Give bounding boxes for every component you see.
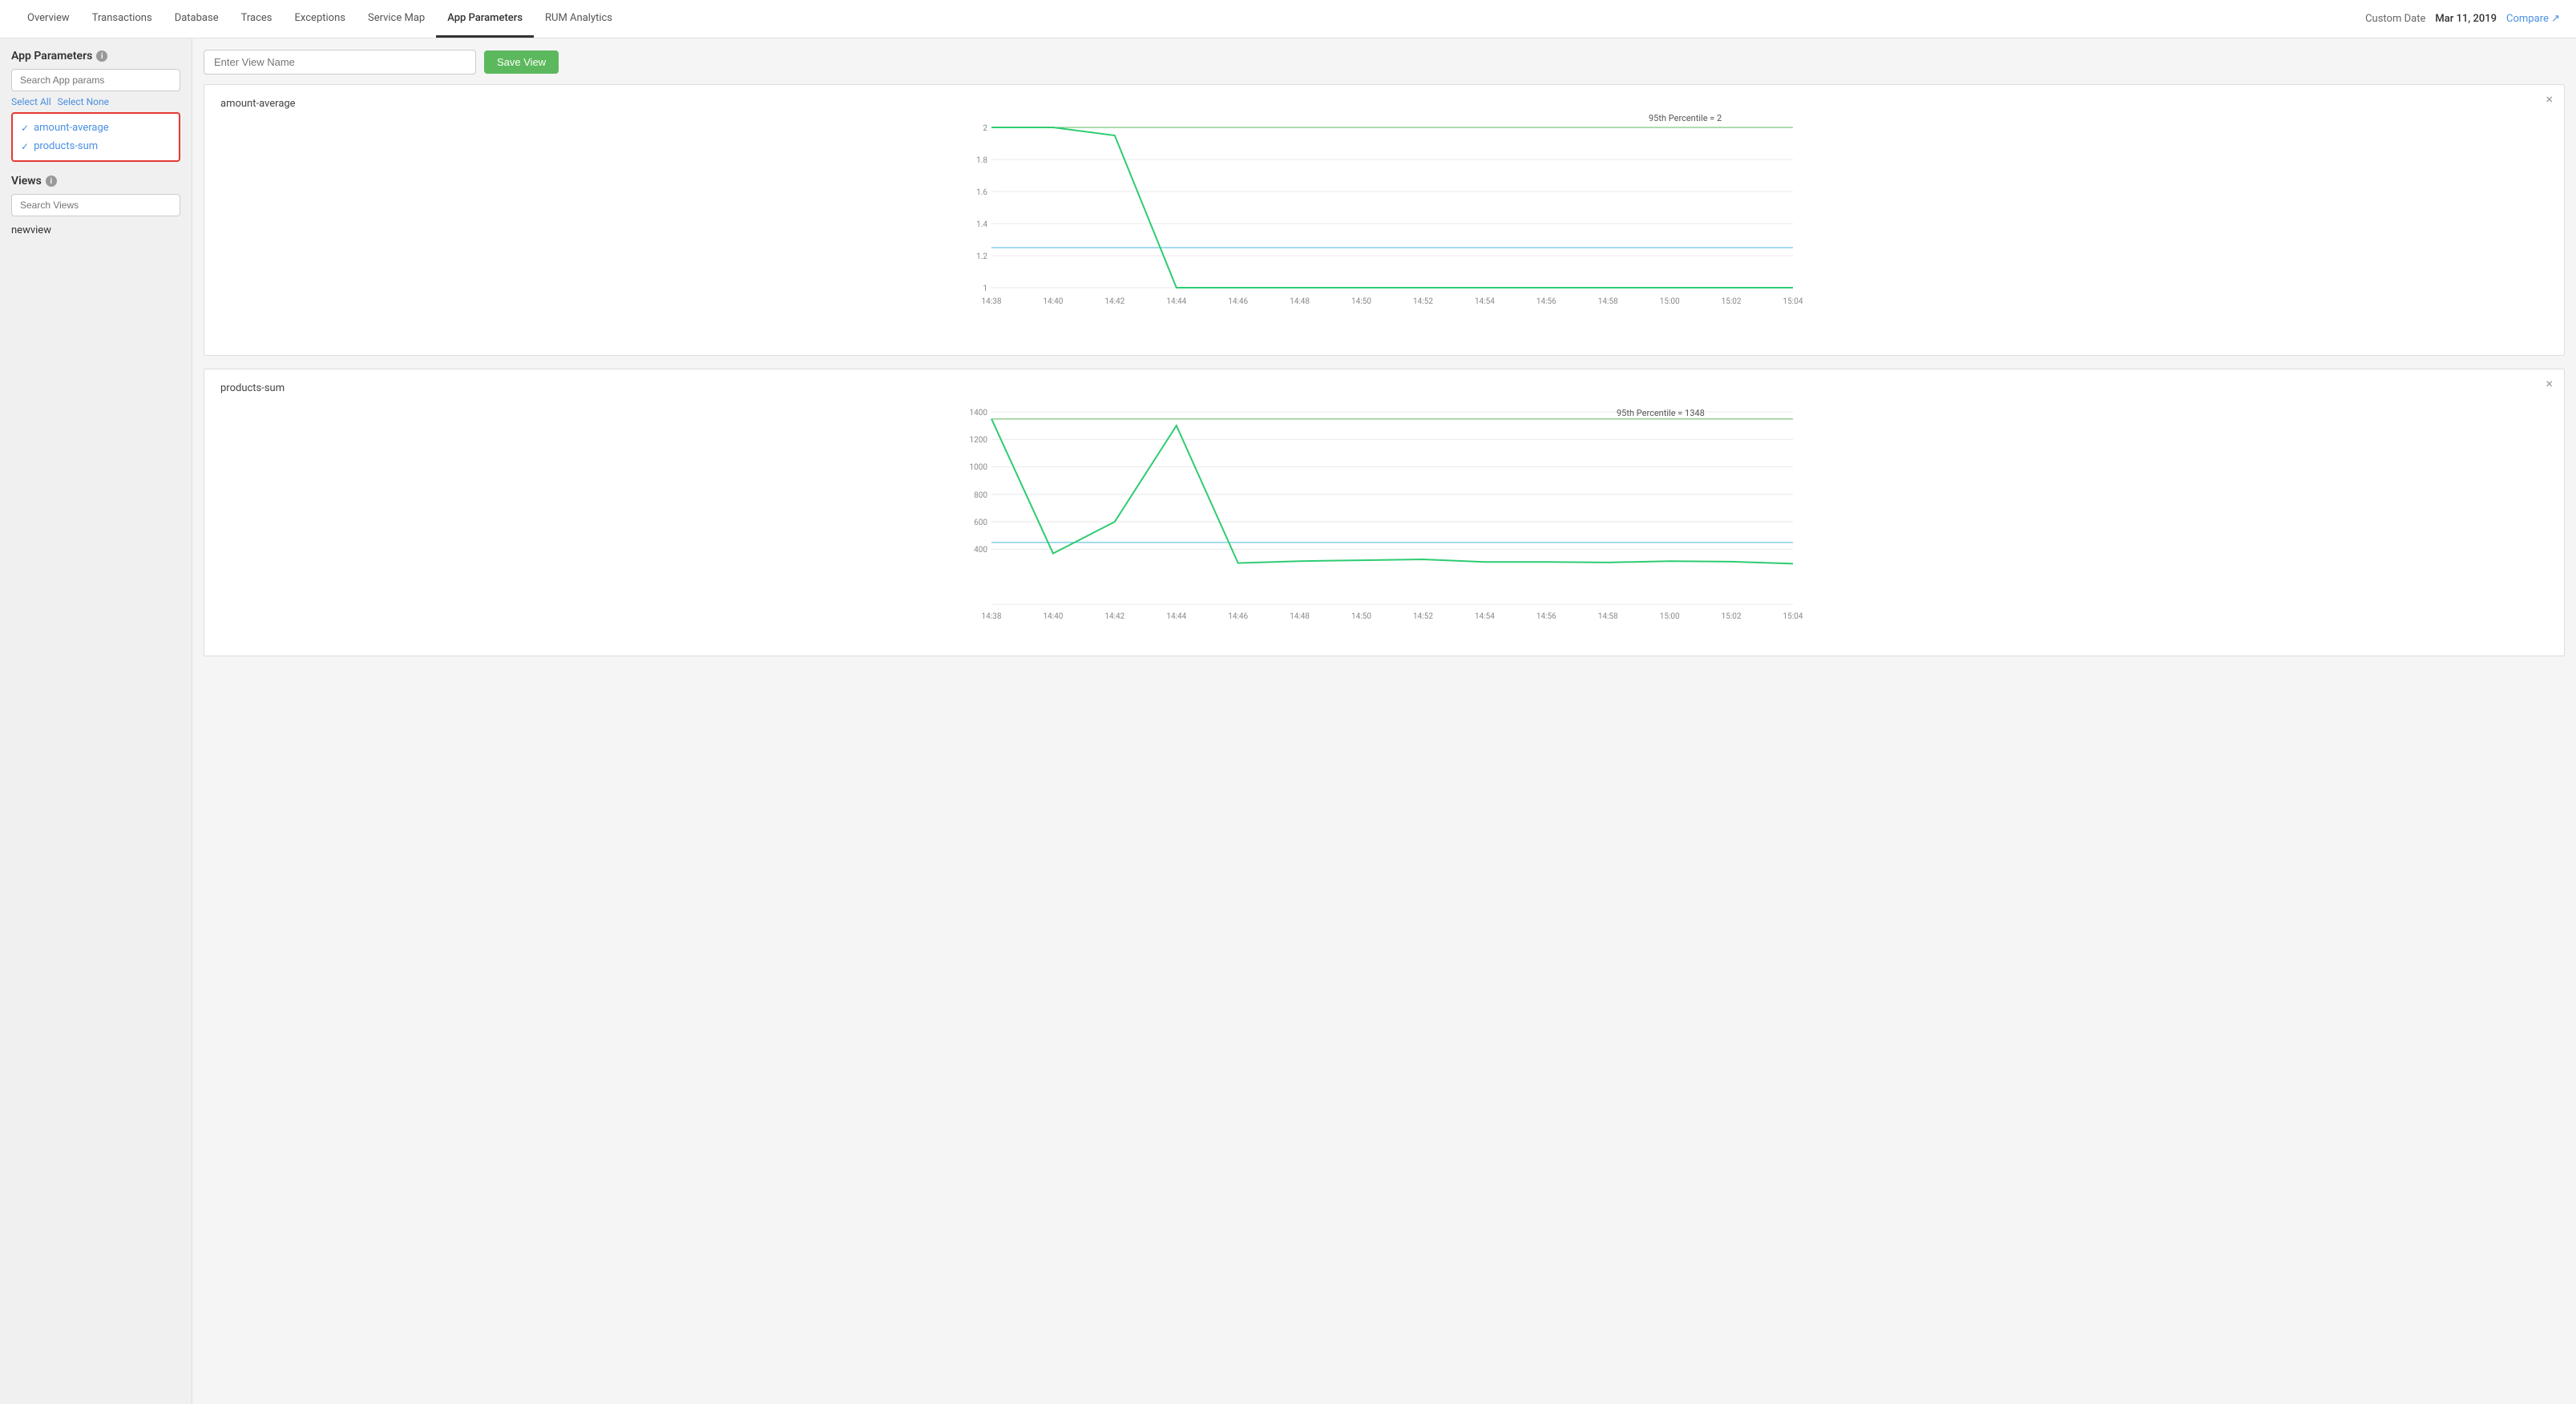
save-view-button[interactable]: Save View [484,50,559,74]
svg-text:1.2: 1.2 [976,252,987,261]
svg-text:14:46: 14:46 [1228,297,1248,306]
svg-text:14:58: 14:58 [1598,297,1618,306]
param-item-amount-average[interactable]: ✓ amount-average [21,119,171,137]
select-none-link[interactable]: Select None [58,96,109,107]
select-links: Select All Select None [11,96,180,107]
svg-text:15:00: 15:00 [1660,612,1680,621]
top-nav: Overview Transactions Database Traces Ex… [0,0,2576,38]
svg-text:1: 1 [983,284,987,293]
chart-svg-amount-average: 1 1.2 1.4 1.6 1.8 2 95th Percentile = 2 [220,119,2548,344]
svg-text:1.6: 1.6 [976,188,987,197]
compare-link[interactable]: Compare ↗ [2506,13,2560,25]
svg-text:400: 400 [974,546,987,555]
svg-text:14:50: 14:50 [1351,297,1371,306]
svg-text:2: 2 [983,124,987,133]
nav-right: Custom Date Mar 11, 2019 Compare ↗ [2365,13,2560,25]
chart-title-products-sum: products-sum [220,382,2548,394]
svg-text:14:38: 14:38 [982,612,1002,621]
svg-text:14:46: 14:46 [1228,612,1248,621]
sidebar: App Parameters i Select All Select None … [0,38,192,1404]
svg-text:14:52: 14:52 [1413,612,1433,621]
param-label-products-sum: products-sum [34,140,98,152]
svg-text:1.4: 1.4 [976,220,987,229]
svg-text:15:04: 15:04 [1783,612,1803,621]
tab-app-parameters[interactable]: App Parameters [436,0,534,38]
app-params-title: App Parameters i [11,50,180,63]
svg-text:14:52: 14:52 [1413,297,1433,306]
svg-text:1.8: 1.8 [976,156,987,165]
svg-text:14:40: 14:40 [1043,297,1063,306]
views-title: Views i [11,175,180,188]
svg-text:14:54: 14:54 [1475,612,1495,621]
tab-traces[interactable]: Traces [230,0,284,38]
svg-text:1200: 1200 [970,436,988,445]
chart-close-amount-average[interactable]: × [2546,93,2553,106]
param-item-products-sum[interactable]: ✓ products-sum [21,137,171,155]
svg-text:15:02: 15:02 [1722,612,1742,621]
chart-panel-products-sum: products-sum × [204,369,2565,656]
tab-exceptions[interactable]: Exceptions [284,0,357,38]
tab-overview[interactable]: Overview [16,0,81,38]
chart-title-amount-average: amount-average [220,98,2548,110]
svg-text:14:42: 14:42 [1104,297,1124,306]
tab-database[interactable]: Database [164,0,230,38]
svg-text:15:00: 15:00 [1660,297,1680,306]
app-params-search[interactable] [11,69,180,91]
svg-text:14:50: 14:50 [1351,612,1371,621]
svg-text:14:54: 14:54 [1475,297,1495,306]
app-params-section: App Parameters i Select All Select None … [11,50,180,162]
svg-text:800: 800 [974,491,987,500]
tab-rum-analytics[interactable]: RUM Analytics [534,0,624,38]
svg-text:15:04: 15:04 [1783,297,1803,306]
svg-text:1400: 1400 [970,409,988,418]
chart-container-products-sum: 400 600 800 1000 1200 1400 95th Percenti… [220,404,2548,648]
view-name-input[interactable] [204,50,476,75]
param-check-amount-average: ✓ [21,123,29,134]
views-search[interactable] [11,194,180,216]
custom-date-label: Custom Date [2365,13,2425,25]
svg-text:14:38: 14:38 [982,297,1002,306]
content: Save View amount-average × [192,38,2576,1404]
svg-text:14:56: 14:56 [1536,297,1557,306]
param-label-amount-average: amount-average [34,122,109,134]
svg-text:14:44: 14:44 [1166,612,1186,621]
tab-transactions[interactable]: Transactions [81,0,164,38]
view-name-bar: Save View [204,50,2565,75]
view-item-newview[interactable]: newview [11,221,180,240]
svg-text:14:42: 14:42 [1104,612,1124,621]
svg-text:600: 600 [974,518,987,527]
params-list: ✓ amount-average ✓ products-sum [11,112,180,162]
svg-text:14:58: 14:58 [1598,612,1618,621]
custom-date-value[interactable]: Mar 11, 2019 [2435,13,2497,25]
svg-text:14:40: 14:40 [1043,612,1063,621]
svg-text:14:48: 14:48 [1290,297,1310,306]
nav-tabs: Overview Transactions Database Traces Ex… [16,0,624,38]
svg-text:1000: 1000 [970,463,988,472]
main-layout: App Parameters i Select All Select None … [0,38,2576,1404]
svg-text:15:02: 15:02 [1722,297,1742,306]
chart-svg-products-sum: 400 600 800 1000 1200 1400 95th Percenti… [220,404,2548,644]
svg-text:95th Percentile = 2: 95th Percentile = 2 [1649,113,1722,123]
views-info-icon[interactable]: i [46,176,57,187]
views-section: Views i newview [11,175,180,240]
svg-text:95th Percentile = 1348: 95th Percentile = 1348 [1617,408,1705,418]
select-all-link[interactable]: Select All [11,96,51,107]
svg-text:14:56: 14:56 [1536,612,1557,621]
app-params-info-icon[interactable]: i [96,50,107,62]
svg-text:14:48: 14:48 [1290,612,1310,621]
chart-close-products-sum[interactable]: × [2546,377,2553,390]
views-list: newview [11,221,180,240]
chart-container-amount-average: 1 1.2 1.4 1.6 1.8 2 95th Percentile = 2 [220,119,2548,347]
tab-service-map[interactable]: Service Map [357,0,436,38]
svg-text:14:44: 14:44 [1166,297,1186,306]
chart-panel-amount-average: amount-average × [204,84,2565,356]
param-check-products-sum: ✓ [21,141,29,152]
